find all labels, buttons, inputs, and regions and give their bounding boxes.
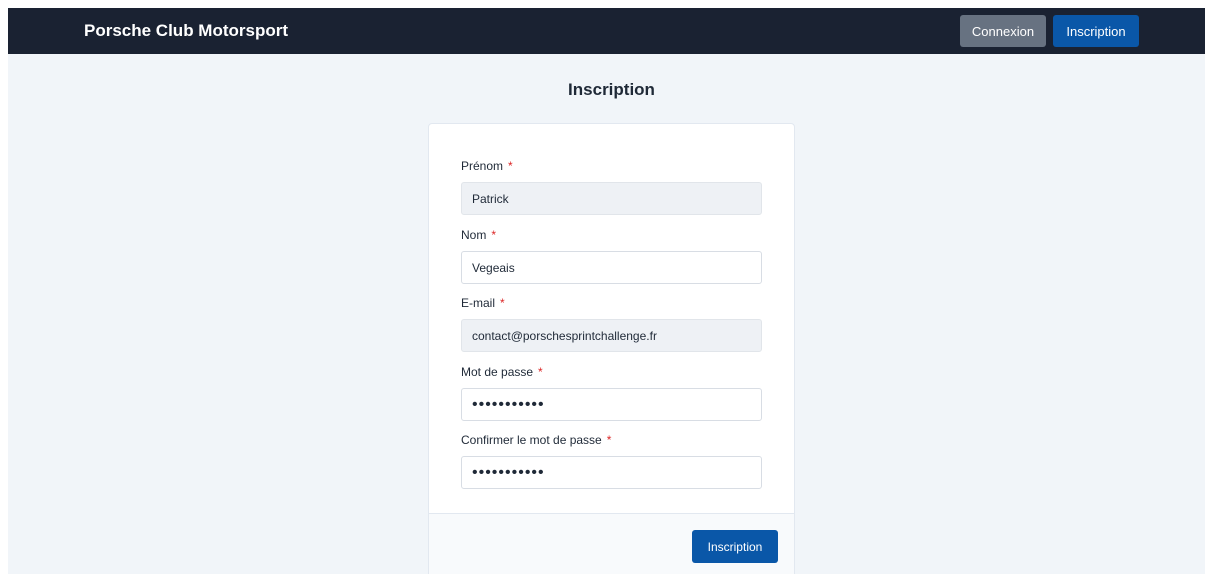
confirm-password-field: Confirmer le mot de passe * xyxy=(461,433,762,489)
email-field: E-mail * xyxy=(461,296,762,352)
last-name-field: Nom * xyxy=(461,228,762,284)
password-input[interactable] xyxy=(461,388,762,421)
required-marker: * xyxy=(508,159,513,173)
submit-signup-button[interactable]: Inscription xyxy=(692,530,778,563)
top-navbar: Porsche Club Motorsport Connexion Inscri… xyxy=(8,8,1205,54)
password-field: Mot de passe * xyxy=(461,365,762,421)
password-label: Mot de passe * xyxy=(461,365,543,379)
signup-form-card: Prénom* Nom* E-mail* Mot de passe* Confi… xyxy=(428,123,795,574)
app-frame: Porsche Club Motorsport Connexion Inscri… xyxy=(8,8,1205,574)
required-marker: * xyxy=(500,296,505,310)
first-name-input[interactable] xyxy=(461,182,762,215)
confirm-password-label: Confirmer le mot de passe * xyxy=(461,433,612,447)
confirm-password-input[interactable] xyxy=(461,456,762,489)
signup-nav-button[interactable]: Inscription xyxy=(1053,15,1139,47)
brand-title[interactable]: Porsche Club Motorsport xyxy=(84,21,288,41)
first-name-field: Prénom * xyxy=(461,159,762,215)
required-marker: * xyxy=(606,433,612,447)
page-title: Inscription xyxy=(568,80,655,99)
email-label: E-mail * xyxy=(461,296,505,310)
last-name-input[interactable] xyxy=(461,251,762,284)
form-footer: Inscription xyxy=(429,513,794,574)
email-input[interactable] xyxy=(461,319,762,352)
last-name-label: Nom * xyxy=(461,228,497,242)
first-name-label: Prénom * xyxy=(461,159,513,173)
required-marker: * xyxy=(491,228,497,242)
login-button[interactable]: Connexion xyxy=(960,15,1046,47)
required-marker: * xyxy=(538,365,543,379)
